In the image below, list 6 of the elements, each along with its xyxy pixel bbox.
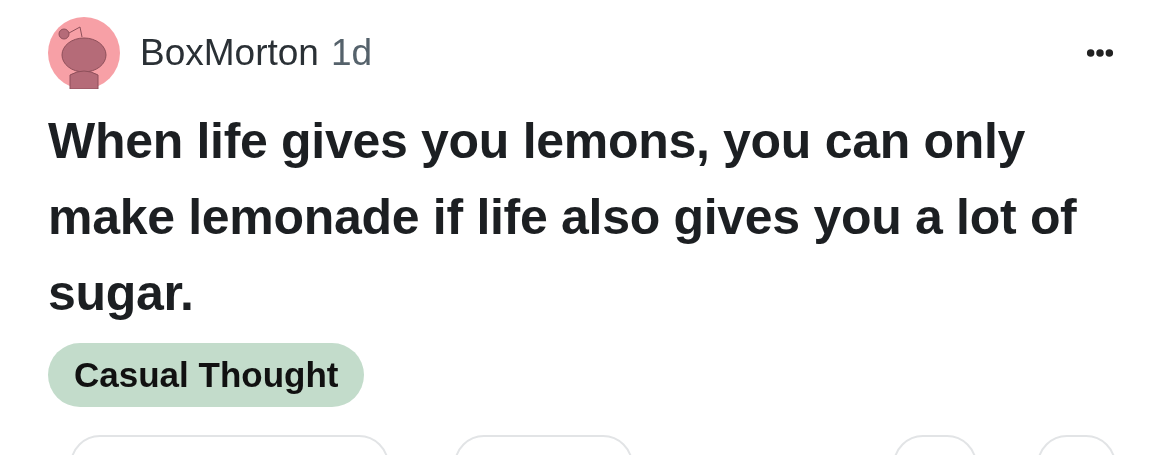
more-options-icon[interactable] (1086, 48, 1114, 58)
username[interactable]: BoxMorton (140, 32, 319, 74)
avatar-icon (48, 17, 120, 89)
post-age: 1d (330, 32, 373, 74)
post-title: When life gives you lemons, you can only make lemonade if life also gives you a lot of sugar. (48, 112, 1078, 323)
post-flair: Casual Thought (48, 343, 365, 407)
